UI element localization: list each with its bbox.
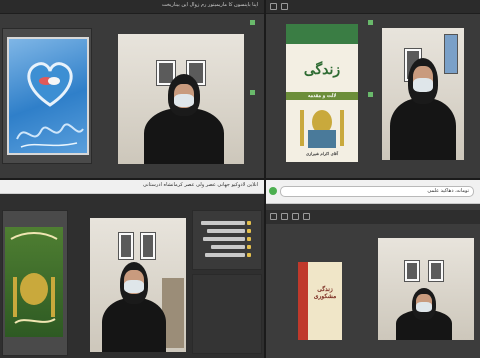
book-title: زندگی مشکوری (313, 286, 337, 300)
window-title: اپنا باپنسوں کا ماریمیتور رم زوال این بی… (161, 2, 258, 8)
shrine-illustration (300, 110, 344, 148)
participant (102, 262, 166, 352)
wall-portrait (140, 232, 156, 260)
calligraphy-decoration (16, 123, 84, 148)
session-window-top-right: زندگی لالت و مقدمه آقای اکرام شیرازی (266, 0, 480, 178)
pencil-icon[interactable] (270, 213, 277, 220)
camera-icon[interactable] (270, 3, 277, 10)
window-title-bar: اپنا باپنسوں کا ماریمیتور رم زوال این بی… (0, 0, 264, 14)
book-cover (5, 227, 63, 337)
participant-video-bottom-right (378, 238, 474, 340)
participant (396, 288, 452, 340)
session-window-bottom-left: آنلاین لادوکیو جهانی عصر ولی عصر کرمانشا… (0, 180, 264, 358)
wall-portrait (428, 260, 444, 282)
undo-icon[interactable] (281, 213, 288, 220)
shrine-dome-illustration (10, 232, 58, 324)
session-toolbar (266, 210, 480, 224)
book-cover: زندگی مشکوری (298, 262, 342, 340)
participant-video-top-left (118, 34, 244, 164)
book-subtitle: لالت و مقدمه (307, 93, 337, 99)
book-title: زندگی (303, 62, 341, 78)
book-cover: زندگی لالت و مقدمه آقای اکرام شیرازی (286, 24, 358, 162)
heart-card-image (7, 37, 89, 155)
wall-portrait (404, 260, 420, 282)
grid-icon[interactable] (281, 3, 288, 10)
session-window-top-left: اپنا باپنسوں کا ماریمیتور رم زوال این بی… (0, 0, 264, 178)
participant (390, 58, 456, 160)
camera-icon[interactable] (303, 213, 310, 220)
shared-image-panel (2, 210, 68, 356)
folder-icon[interactable] (292, 213, 299, 220)
window-title: آنلاین لادوکیو جهانی عصر ولی عصر کرمانشا… (143, 182, 258, 188)
shared-image-panel (2, 28, 92, 164)
wall-portrait (118, 232, 134, 260)
participant-video-top-right (382, 28, 464, 160)
chrome-icon[interactable] (269, 187, 277, 195)
window-title-bar: آنلاین لادوکیو جهانی عصر ولی عصر کرمانشا… (0, 180, 264, 194)
participant-video-bottom-left (90, 218, 186, 352)
address-bar[interactable]: تومانه، دهاکید علمی (280, 186, 474, 197)
chat-panel (192, 274, 262, 354)
participant (144, 74, 224, 164)
browser-toolbar: تومانه، دهاکید علمی (266, 180, 480, 204)
heart-icon (27, 62, 73, 107)
book-author: آقای اکرام شیرازی (306, 151, 338, 156)
file-list-panel (192, 210, 262, 270)
session-window-bottom-right: تومانه، دهاکید علمی زندگی مشکوری (266, 180, 480, 358)
video-conference-collage: اپنا باپنسوں کا ماریمیتور رم زوال این بی… (0, 0, 480, 358)
window-title-bar (266, 0, 480, 14)
